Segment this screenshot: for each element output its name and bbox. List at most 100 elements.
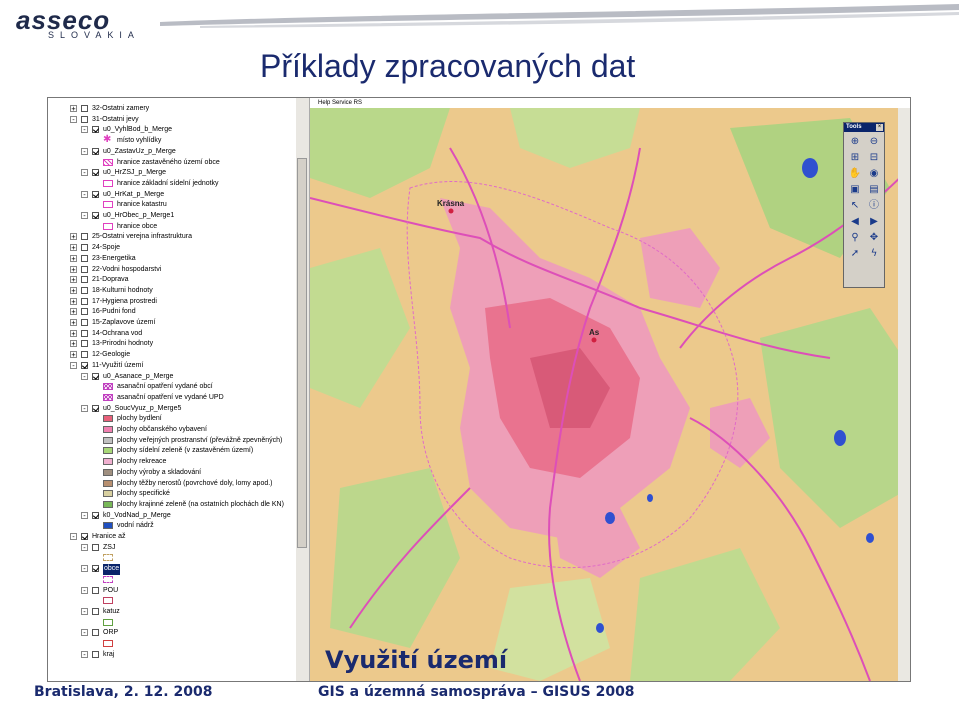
expand-icon[interactable]: + xyxy=(70,276,77,284)
layer-checkbox[interactable] xyxy=(92,543,99,551)
collapse-icon[interactable]: - xyxy=(81,586,88,594)
collapse-icon[interactable]: - xyxy=(70,361,77,369)
expand-icon[interactable]: + xyxy=(70,308,77,316)
layer-checkbox[interactable] xyxy=(92,404,99,412)
info-icon[interactable]: ⓘ xyxy=(866,199,882,213)
globe-icon[interactable]: ◉ xyxy=(866,167,882,181)
layer-checkbox[interactable] xyxy=(92,169,99,177)
zoom-window-in-icon[interactable]: ⊞ xyxy=(847,151,863,165)
collapse-icon[interactable]: - xyxy=(81,212,88,220)
legend-swatch xyxy=(103,479,113,487)
zoom-window-out-icon[interactable]: ⊟ xyxy=(866,151,882,165)
expand-icon[interactable]: + xyxy=(70,340,77,348)
layer-checkbox[interactable] xyxy=(92,126,99,134)
layers-icon[interactable]: ▤ xyxy=(866,183,882,197)
legend-swatch xyxy=(103,522,113,530)
layer-label: plochy rekreace xyxy=(117,458,167,466)
layer-checkbox[interactable] xyxy=(81,265,88,273)
layer-checkbox[interactable] xyxy=(92,586,99,594)
footer-conference: GIS a územná samospráva – GISUS 2008 xyxy=(318,684,635,700)
layer-checkbox[interactable] xyxy=(92,650,99,658)
collapse-icon[interactable]: - xyxy=(81,126,88,134)
layer-checkbox[interactable] xyxy=(81,276,88,284)
layer-checkbox[interactable] xyxy=(81,319,88,326)
map-scrollbar[interactable] xyxy=(898,108,910,681)
collapse-icon[interactable]: - xyxy=(70,115,77,123)
pointer-icon[interactable]: ➚ xyxy=(847,247,863,261)
collapse-icon[interactable]: - xyxy=(81,190,88,198)
layer-checkbox[interactable] xyxy=(81,286,88,294)
layer-checkbox[interactable] xyxy=(81,297,88,305)
collapse-icon[interactable]: - xyxy=(81,565,88,573)
legend-swatch xyxy=(103,222,113,230)
layer-tree[interactable]: +32-Ostatni zamery -31-Ostatni jevy - u0_Vy… xyxy=(48,98,297,681)
zoom-in-icon[interactable]: ⊕ xyxy=(847,135,863,149)
layer-checkbox[interactable] xyxy=(81,340,88,348)
legend-swatch xyxy=(103,436,113,444)
layer-checkbox[interactable] xyxy=(81,233,88,241)
map-toolbar[interactable]: Help Service RS xyxy=(310,98,910,108)
collapse-icon[interactable]: - xyxy=(81,147,88,155)
scrollbar-thumb[interactable] xyxy=(297,158,307,548)
layer-checkbox[interactable] xyxy=(81,105,88,112)
layer-label: Hranice až xyxy=(92,533,126,540)
select-icon[interactable]: ↖ xyxy=(847,199,863,213)
collapse-icon[interactable]: - xyxy=(81,543,88,551)
forward-icon[interactable]: ▶ xyxy=(866,215,882,229)
expand-icon[interactable]: + xyxy=(70,319,77,327)
place-label-krasna: Krásna xyxy=(437,199,465,208)
collapse-icon[interactable]: - xyxy=(81,404,88,412)
layer-checkbox[interactable] xyxy=(92,190,99,198)
expand-icon[interactable]: + xyxy=(70,329,77,337)
layer-label: 12-Geologie xyxy=(92,351,131,359)
layer-label: plochy těžby nerostů (povrchové doly, lo… xyxy=(117,479,273,487)
layer-checkbox[interactable] xyxy=(92,629,99,637)
layer-checkbox[interactable] xyxy=(81,115,88,123)
legend-swatch xyxy=(103,426,113,433)
layer-checkbox[interactable] xyxy=(81,308,88,316)
tools-title-bar[interactable]: Tools × xyxy=(844,123,884,132)
layer-label: 24-Spoje xyxy=(92,244,121,252)
expand-icon[interactable]: + xyxy=(70,286,77,294)
find-icon[interactable]: ⚲ xyxy=(847,231,863,245)
pan-icon[interactable]: ✋ xyxy=(847,167,863,181)
lightning-icon[interactable]: ϟ xyxy=(866,247,882,261)
close-icon[interactable]: × xyxy=(876,124,883,131)
zoom-out-icon[interactable]: ⊖ xyxy=(866,135,882,149)
expand-icon[interactable]: + xyxy=(70,297,77,305)
layer-checkbox[interactable] xyxy=(81,329,88,337)
layer-checkbox[interactable] xyxy=(92,511,99,519)
layer-checkbox[interactable] xyxy=(81,361,88,369)
layer-checkbox[interactable] xyxy=(81,351,88,359)
collapse-icon[interactable]: - xyxy=(70,533,77,541)
expand-icon[interactable]: + xyxy=(70,105,77,113)
collapse-icon[interactable]: - xyxy=(81,169,88,177)
layer-checkbox[interactable] xyxy=(81,244,88,252)
layer-label: u0_HrZSJ_p_Merge xyxy=(103,169,167,177)
layer-checkbox[interactable] xyxy=(92,565,99,573)
layer-label: u0_SoucVyuz_p_Merge5 xyxy=(103,404,182,412)
layer-checkbox[interactable] xyxy=(92,372,99,380)
expand-icon[interactable]: + xyxy=(70,351,77,359)
collapse-icon[interactable]: - xyxy=(81,629,88,637)
collapse-icon[interactable]: - xyxy=(81,650,88,658)
expand-icon[interactable]: + xyxy=(70,254,77,262)
legend-swatch xyxy=(103,201,113,209)
back-icon[interactable]: ◀ xyxy=(847,215,863,229)
collapse-icon[interactable]: - xyxy=(81,511,88,519)
layer-checkbox[interactable] xyxy=(92,147,99,155)
layer-checkbox[interactable] xyxy=(81,254,88,262)
expand-icon[interactable]: + xyxy=(70,244,77,252)
layer-checkbox[interactable] xyxy=(81,533,88,540)
land-use-map[interactable] xyxy=(310,108,910,681)
expand-icon[interactable]: + xyxy=(70,233,77,241)
collapse-icon[interactable]: - xyxy=(81,372,88,380)
xy-icon[interactable]: ✥ xyxy=(866,231,882,245)
layer-label: ORP xyxy=(103,629,119,637)
expand-icon[interactable]: + xyxy=(70,265,77,273)
layer-checkbox[interactable] xyxy=(92,212,99,219)
layer-checkbox[interactable] xyxy=(92,607,99,615)
layer-tree-scrollbar[interactable] xyxy=(296,98,310,681)
full-extent-icon[interactable]: ▣ xyxy=(847,183,863,197)
collapse-icon[interactable]: - xyxy=(81,607,88,615)
